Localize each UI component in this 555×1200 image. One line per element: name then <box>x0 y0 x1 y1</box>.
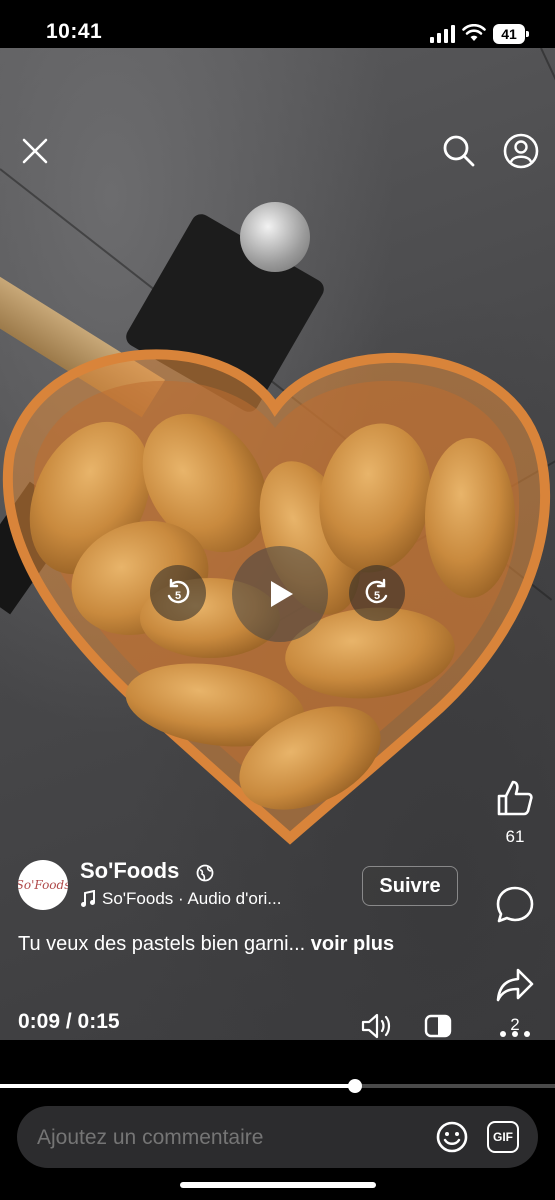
play-button[interactable] <box>232 546 328 642</box>
audio-attribution[interactable]: So'Foods · Audio d'ori... <box>80 889 281 909</box>
playback-time: 0:09 / 0:15 <box>18 1010 120 1033</box>
search-button[interactable] <box>438 130 480 172</box>
search-icon <box>443 135 475 167</box>
gif-button[interactable]: GIF <box>487 1121 519 1153</box>
home-indicator <box>180 1182 376 1188</box>
close-icon <box>22 138 48 164</box>
forward-button[interactable]: 5 <box>349 565 405 621</box>
avatar-logo-text: So'Foods <box>18 878 68 892</box>
music-note-icon <box>81 890 95 907</box>
more-options-icon[interactable] <box>497 1024 533 1040</box>
post-caption[interactable]: Tu veux des pastels bien garni... voir p… <box>18 933 394 956</box>
comment-input[interactable] <box>35 1106 419 1170</box>
status-time: 10:41 <box>46 20 103 43</box>
page-avatar[interactable]: So'Foods <box>18 860 68 910</box>
metal-knob <box>240 202 310 272</box>
follow-button[interactable]: Suivre <box>362 866 458 906</box>
status-bar: 10:41 41 <box>0 0 555 48</box>
see-more-link[interactable]: voir plus <box>311 933 394 955</box>
emoji-icon[interactable] <box>435 1120 469 1154</box>
like-count: 61 <box>505 827 525 846</box>
close-button[interactable] <box>16 132 54 170</box>
page-name[interactable]: So'Foods <box>80 858 179 884</box>
caption-text: Tu veux des pastels bien garni... <box>18 933 306 955</box>
volume-icon[interactable] <box>360 1012 392 1040</box>
profile-button[interactable] <box>500 130 542 172</box>
rewind-button[interactable]: 5 <box>150 565 206 621</box>
video-progress-bar[interactable] <box>0 1079 555 1093</box>
rewind-icon: 5 <box>167 578 190 604</box>
comment-icon <box>496 886 534 923</box>
progress-scrubber[interactable] <box>348 1079 363 1093</box>
video-player[interactable]: 5 5 61 2 So'Foods So'Foods So'Foods · Au… <box>0 48 555 1040</box>
battery-level: 41 <box>493 24 525 44</box>
cellular-signal-icon <box>430 25 455 43</box>
progress-fill <box>0 1084 356 1088</box>
play-icon <box>271 581 293 607</box>
contrast-icon[interactable] <box>424 1014 452 1038</box>
share-icon <box>496 968 534 1002</box>
battery-indicator: 41 <box>493 24 529 44</box>
comment-bar: GIF <box>17 1106 538 1170</box>
comment-button[interactable] <box>485 884 545 931</box>
wifi-icon <box>462 24 486 41</box>
thumbs-up-icon <box>497 780 533 816</box>
rewind-seconds: 5 <box>175 590 181 602</box>
forward-icon: 5 <box>365 578 388 604</box>
profile-icon <box>503 133 539 169</box>
audio-label: So'Foods · Audio d'ori... <box>102 889 282 908</box>
forward-seconds: 5 <box>374 590 380 602</box>
globe-icon <box>196 864 214 882</box>
like-button[interactable]: 61 <box>485 778 545 847</box>
